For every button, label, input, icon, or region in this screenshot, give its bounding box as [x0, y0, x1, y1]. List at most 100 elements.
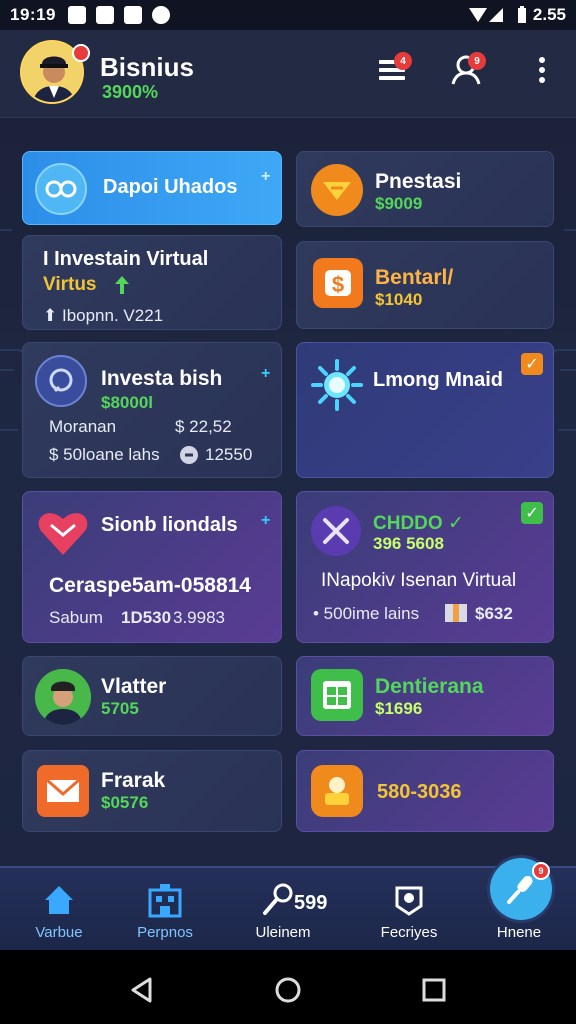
tools-icon	[311, 506, 361, 556]
card-headline: Ceraspe5am-058814	[49, 574, 251, 597]
card-chddo[interactable]: CHDDO ✓ 396 5608 ✓ INapokiv Isenan Virtu…	[296, 491, 554, 643]
home-circle-icon[interactable]	[274, 976, 302, 1004]
row-value-highlight: 1D530	[121, 608, 172, 627]
card-frarak[interactable]: Frarak $0576	[22, 750, 282, 832]
checkbox-icon[interactable]: ✓	[521, 502, 543, 524]
microphone-icon	[507, 875, 533, 904]
card-value: $8000l	[101, 393, 153, 412]
card-title: I Investain Virtual	[43, 248, 209, 270]
add-icon[interactable]: +	[261, 168, 270, 186]
card-investa-bish[interactable]: Investa bish + $8000l Moranan $ 22,52 $ …	[22, 342, 282, 478]
app-notification-icon	[95, 6, 114, 24]
nav-label: Perpnos	[137, 924, 193, 941]
card-title: Dentierana	[375, 675, 484, 698]
nav-item-search[interactable]: 599 Uleinem	[228, 868, 338, 952]
card-value: $1040	[375, 290, 423, 309]
card-value: $0576	[101, 793, 149, 812]
nav-item-perpnos[interactable]: Perpnos	[110, 868, 220, 952]
nav-count: 599	[294, 892, 328, 914]
officer-avatar-icon	[35, 669, 91, 725]
status-bar: 19:19 2.55	[0, 0, 576, 30]
row-label: • 500ime lains	[313, 604, 420, 623]
menu-badge: 4	[394, 52, 412, 70]
building-icon	[145, 880, 185, 920]
row-value: 12550	[205, 445, 253, 464]
card-dentierana[interactable]: Dentierana $1696	[296, 656, 554, 736]
link-icon	[35, 163, 87, 215]
row-value-highlight: $632	[475, 604, 513, 623]
card-investain-virtual[interactable]: I Investain Virtual Virtus ⬆ Ibopnn. V22…	[22, 235, 282, 330]
profile-badge: 9	[468, 52, 486, 70]
back-icon[interactable]	[128, 976, 156, 1004]
app-header: Bisnius 3900% 4 9	[0, 30, 576, 118]
chat-icon	[35, 355, 87, 407]
nav-label: Varbue	[35, 924, 83, 941]
bottom-navigation: Varbue Perpnos 599 Uleinem Fecriyes Hnen…	[0, 866, 576, 950]
add-icon[interactable]: +	[261, 365, 270, 383]
sun-icon	[309, 357, 365, 413]
more-vertical-icon	[539, 57, 545, 83]
card-bentarl[interactable]: $ Bentarl/ $1040	[296, 241, 554, 329]
card-title: Frarak	[101, 769, 166, 792]
row-label: $ 50loane lahs	[49, 445, 160, 464]
card-value: 580-3036	[377, 781, 462, 803]
fab-badge: 9	[532, 862, 550, 880]
card-wallet[interactable]: 580-3036	[296, 750, 554, 832]
svg-text:$: $	[332, 272, 344, 297]
card-subtitle: Virtus	[43, 274, 97, 295]
card-title: Vlatter	[101, 675, 167, 698]
menu-button[interactable]: 4	[372, 50, 412, 90]
card-lmong-mnaid[interactable]: Lmong Mnaid ✓	[296, 342, 554, 478]
card-headline: INapokiv Isenan Virtual	[321, 570, 517, 591]
card-vlatter[interactable]: Vlatter 5705	[22, 656, 282, 736]
more-options-button[interactable]	[522, 50, 562, 90]
card-title: Investa bish	[101, 367, 223, 390]
card-title: Bentarl/	[375, 266, 454, 289]
heart-icon	[37, 506, 89, 558]
box-icon	[445, 604, 467, 622]
add-icon[interactable]: +	[261, 512, 270, 530]
row-label: Sabum	[49, 608, 103, 627]
card-title: Pnestasi	[375, 170, 462, 193]
system-navigation-bar	[0, 950, 576, 1024]
notification-icons	[67, 6, 170, 24]
card-value: 5705	[101, 699, 139, 718]
profile-button[interactable]: 9	[446, 50, 486, 90]
dollar-icon: $	[313, 258, 363, 308]
card-title: Dapoi Uhados	[103, 176, 238, 198]
nav-label: Uleinem	[255, 924, 311, 941]
checkbox-icon[interactable]: ✓	[521, 353, 543, 375]
card-title: Lmong Mnaid	[373, 369, 503, 391]
card-title: CHDDO ✓	[373, 513, 464, 534]
row-label: Moranan	[49, 417, 117, 436]
row-value: $ 22,52	[175, 417, 232, 436]
card-sionb-liondals[interactable]: Sionb liondals + Ceraspe5am-058814 Sabum…	[22, 491, 282, 643]
wallet-icon	[311, 765, 363, 817]
card-note: ⬆ Ibopnn. V221	[43, 306, 164, 325]
mail-icon	[37, 765, 89, 817]
calendar-icon	[311, 669, 363, 721]
signal-icon	[468, 8, 503, 22]
search-icon	[258, 880, 298, 920]
status-time: 19:19	[10, 5, 56, 24]
row-value: 3.9983	[173, 608, 225, 627]
balance-amount: 3900%	[102, 82, 159, 102]
card-value: $9009	[375, 194, 423, 213]
home-icon	[39, 880, 79, 920]
coin-icon	[180, 446, 198, 464]
nav-item-favorites[interactable]: Fecriyes	[354, 868, 464, 952]
nav-item-home[interactable]: Varbue	[4, 868, 114, 952]
card-dapoi-uhados[interactable]: Dapoi Uhados +	[22, 151, 282, 225]
chevron-icon	[311, 164, 363, 216]
recents-icon[interactable]	[420, 976, 448, 1004]
card-value: 396 5608	[373, 534, 444, 553]
gallery-notification-icon	[67, 6, 86, 24]
app-title: Bisnius	[100, 52, 194, 82]
photo-notification-icon	[123, 6, 142, 24]
nav-label: Hnene	[496, 924, 542, 941]
play-notification-icon	[151, 6, 170, 24]
battery-level: 2.55	[532, 5, 566, 24]
card-value: $1696	[375, 699, 423, 718]
card-title: Sionb liondals	[101, 514, 238, 536]
card-pnestasi[interactable]: Pnestasi $9009	[296, 151, 554, 227]
